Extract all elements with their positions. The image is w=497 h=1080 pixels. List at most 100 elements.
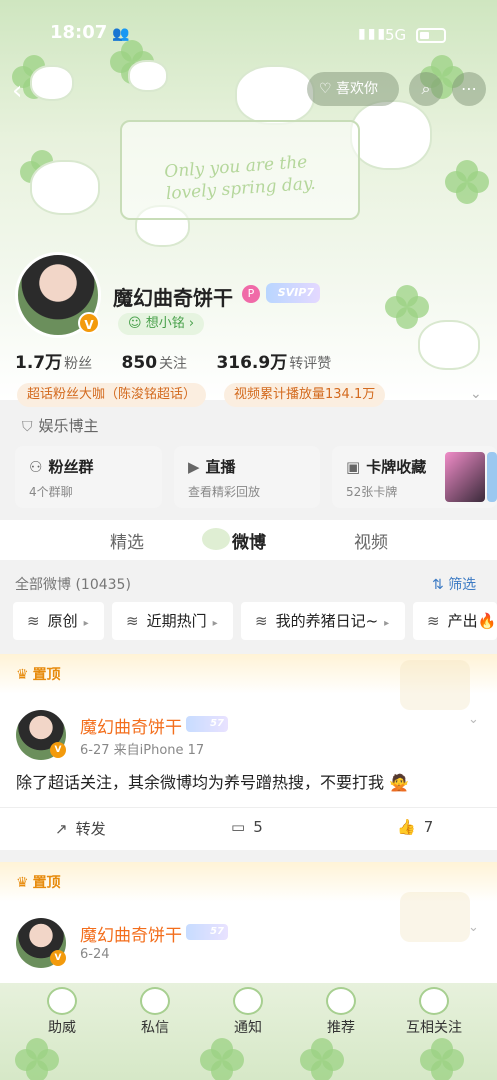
- post-author[interactable]: 魔幻曲奇饼干: [80, 713, 182, 738]
- repost-label: 转发: [75, 820, 106, 838]
- nav-label: 互相关注: [406, 1020, 462, 1036]
- pill-hot[interactable]: ≋ 近期热门 ▸: [112, 602, 233, 640]
- pinned-text: 置顶: [32, 667, 61, 683]
- shield-icon: ⛉: [22, 419, 33, 435]
- like-count: 7: [423, 818, 434, 836]
- chevron-down-icon[interactable]: ⌄: [468, 920, 479, 935]
- layers-icon: ≋: [427, 612, 440, 630]
- nav-label: 通知: [234, 1020, 262, 1036]
- bear-sticker: [235, 65, 315, 125]
- layers-icon: ≋: [255, 612, 268, 630]
- live-icon: ▶: [188, 458, 200, 476]
- crown-icon: ♛: [16, 667, 29, 683]
- network-type: 5G: [385, 26, 407, 44]
- fans-group-icon: ⚇: [29, 458, 43, 476]
- bear-sticker: [30, 160, 100, 215]
- post-meta: 6-24: [80, 947, 110, 962]
- member-icon[interactable]: P: [242, 285, 260, 303]
- verified-badge: V: [50, 950, 66, 966]
- repost-button[interactable]: ↗ 转发: [55, 818, 106, 839]
- card-thumbnail[interactable]: [445, 452, 485, 502]
- like-label: 喜欢你: [336, 81, 379, 97]
- post-card[interactable]: ♛ 置顶 V 魔幻曲奇饼干 57 6-27 来自iPhone 17 ⌄ 除了超话关…: [0, 654, 497, 850]
- clover-decoration: [385, 285, 429, 329]
- repost-label: 转评赞: [289, 356, 332, 372]
- pinned-text: 置顶: [32, 875, 61, 891]
- fans-group-card[interactable]: ⚇ 粉丝群 4个群聊: [15, 446, 162, 508]
- filter-button[interactable]: ⇅ 筛选: [432, 574, 476, 594]
- bear-sticker: [418, 320, 480, 370]
- all-weibo-count: 全部微博 (10435): [15, 577, 131, 593]
- repost-count[interactable]: 316.9万: [216, 353, 287, 373]
- back-icon[interactable]: ‹: [12, 76, 22, 106]
- live-title: 直播: [205, 458, 236, 476]
- recommend-icon: [326, 987, 356, 1015]
- post-text[interactable]: 除了超话关注，其余微博均为养号蹭热搜，不要打我 🙅: [16, 769, 409, 793]
- pinned-label: ♛ 置顶: [16, 872, 61, 892]
- card-collection-title: 卡牌收藏: [366, 458, 427, 476]
- triangle-icon: ▸: [384, 618, 390, 629]
- comment-button[interactable]: ▭ 5: [231, 818, 263, 836]
- nav-label: 推荐: [327, 1020, 355, 1036]
- signal-icon: ▮▮▮: [358, 26, 388, 42]
- search-icon[interactable]: ⌕: [409, 72, 443, 106]
- superfan-chip[interactable]: 超话粉丝大咖（陈浚铭超话）: [17, 383, 207, 407]
- pill-label: 原创: [47, 612, 78, 630]
- comment-count: 5: [253, 818, 263, 836]
- repost-icon: ↗: [55, 820, 68, 838]
- video-views-chip[interactable]: 视频累计播放量134.1万: [224, 383, 386, 407]
- cheer-icon: [47, 987, 77, 1015]
- thumbs-up-icon: 👍: [397, 818, 416, 836]
- chevron-down-icon[interactable]: ⌄: [470, 386, 482, 402]
- live-sub: 查看精彩回放: [188, 485, 261, 499]
- tab-weibo[interactable]: 微博: [232, 528, 266, 553]
- nav-label: 私信: [141, 1020, 169, 1036]
- bell-icon: [233, 987, 263, 1015]
- verified-badge: V: [78, 312, 100, 334]
- card-thumbnail[interactable]: [487, 452, 497, 502]
- bottom-nav: 助威 私信 通知 推荐 互相关注: [0, 983, 497, 1080]
- pill-pig-diary[interactable]: ≋ 我的养猪日记~ ▸: [241, 602, 405, 640]
- like-post-button[interactable]: 👍 7: [397, 818, 433, 836]
- nav-recommend[interactable]: 推荐: [306, 983, 376, 1037]
- pill-output[interactable]: ≋ 产出🔥: [413, 602, 497, 640]
- card-icon: ▣: [346, 458, 361, 476]
- chevron-down-icon[interactable]: ⌄: [468, 712, 479, 727]
- post-card[interactable]: ♛ 置顶 V 魔幻曲奇饼干 57 6-24 ⌄: [0, 862, 497, 983]
- filter-icon: ⇅: [432, 577, 449, 593]
- live-card[interactable]: ▶ 直播 查看精彩回放: [174, 446, 320, 508]
- tab-video[interactable]: 视频: [354, 528, 388, 553]
- vip-badge[interactable]: SVIP7: [266, 283, 320, 303]
- filter-label: 筛选: [448, 577, 477, 593]
- profile-banner: Only you are the lovely spring day.: [0, 0, 497, 400]
- sub-name-link[interactable]: ☺ 想小铭 ›: [118, 313, 205, 335]
- nav-message[interactable]: 私信: [120, 983, 190, 1037]
- feed-filter-area: 全部微博 (10435) ⇅ 筛选 ≋ 原创 ▸ ≋ 近期热门 ▸ ≋ 我的养猪日记~ ▸ …: [0, 562, 497, 654]
- post-actions: ↗ 转发 ▭ 5 👍 7: [0, 807, 497, 847]
- status-bar: 18:07 👥 ▮▮▮ 5G: [0, 22, 497, 52]
- pill-label: 产出🔥: [447, 612, 497, 630]
- bear-sticker: [30, 65, 74, 101]
- nav-mutual-follow[interactable]: 互相关注: [399, 983, 469, 1037]
- tab-featured[interactable]: 精选: [110, 528, 144, 553]
- role-label: ⛉ 娱乐博主: [22, 415, 99, 436]
- triangle-icon: ▸: [212, 618, 218, 629]
- follow-label: 关注: [159, 356, 188, 372]
- nav-cheer[interactable]: 助威: [27, 983, 97, 1037]
- fans-count[interactable]: 1.7万: [15, 353, 62, 373]
- like-button[interactable]: ♡ 喜欢你: [307, 72, 399, 106]
- follow-count[interactable]: 850: [122, 353, 158, 373]
- more-icon[interactable]: ⋯: [452, 72, 486, 106]
- comment-icon: ▭: [231, 818, 246, 836]
- sub-name-label: 想小铭 ›: [145, 316, 195, 331]
- heart-icon: ♡: [319, 81, 337, 97]
- post-author[interactable]: 魔幻曲奇饼干: [80, 921, 182, 946]
- pill-original[interactable]: ≋ 原创 ▸: [13, 602, 104, 640]
- role-text: 娱乐博主: [38, 417, 99, 435]
- smile-icon: ☺: [128, 316, 146, 331]
- mutual-follow-icon: [419, 987, 449, 1015]
- layers-icon: ≋: [27, 612, 40, 630]
- profile-tabs: 精选 微博 视频: [0, 520, 497, 560]
- profile-name: 魔幻曲奇饼干: [113, 286, 233, 310]
- nav-notify[interactable]: 通知: [213, 983, 283, 1037]
